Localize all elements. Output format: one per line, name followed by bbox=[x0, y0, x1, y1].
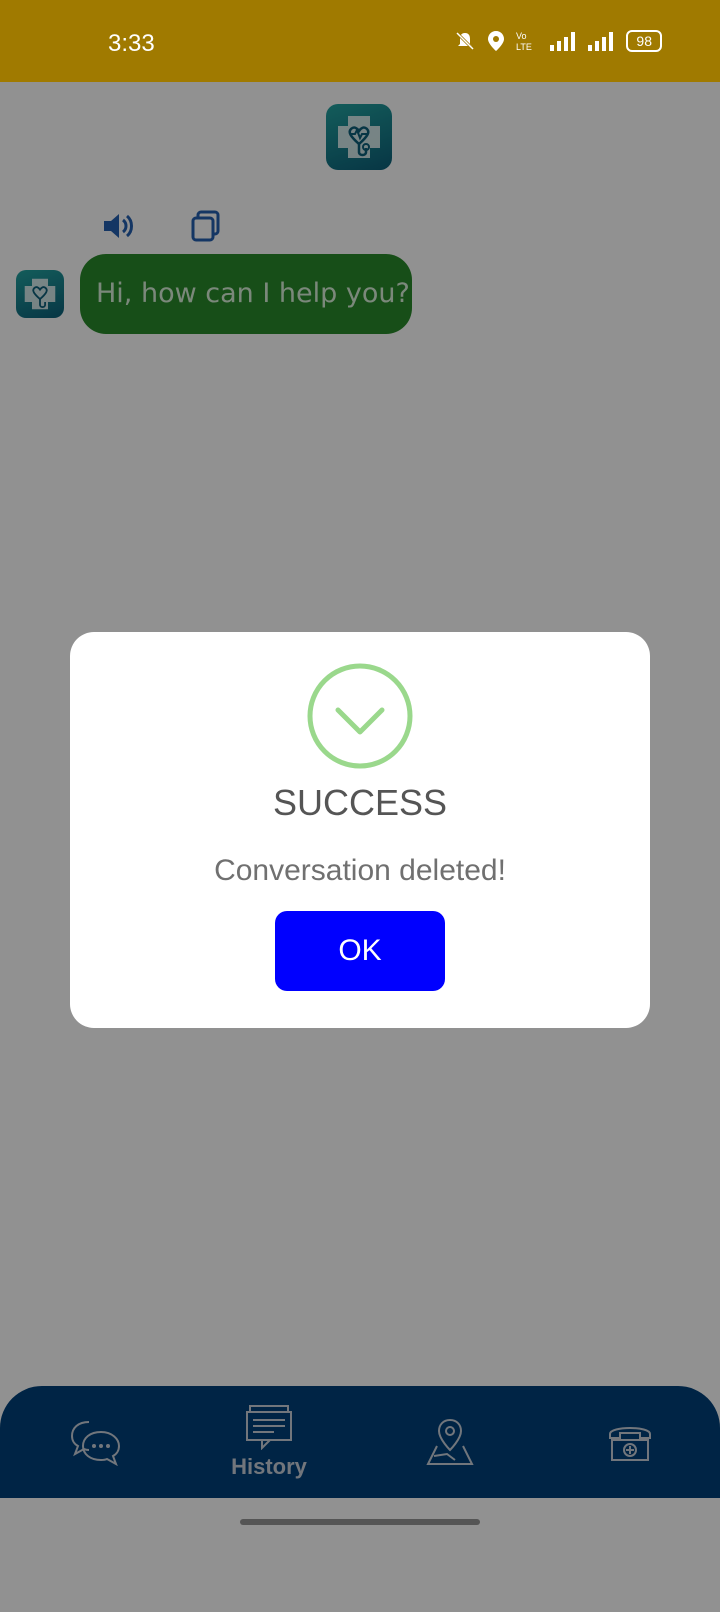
check-circle-icon bbox=[307, 663, 413, 769]
signal-icon bbox=[588, 32, 614, 51]
home-indicator[interactable] bbox=[240, 1519, 480, 1525]
signal-icon bbox=[550, 32, 576, 51]
ok-button[interactable]: OK bbox=[275, 911, 445, 991]
volte-icon: Vo LTE bbox=[516, 31, 532, 52]
dialog-title: SUCCESS bbox=[272, 782, 448, 823]
status-bar: 3:33 Vo LTE 98 bbox=[0, 0, 720, 82]
bell-off-icon bbox=[456, 31, 475, 51]
location-icon bbox=[488, 31, 505, 51]
svg-text:Vo: Vo bbox=[516, 31, 527, 41]
battery-icon: 98 bbox=[626, 30, 662, 52]
status-time: 3:33 bbox=[108, 30, 155, 57]
status-icons: Vo LTE 98 bbox=[454, 30, 662, 52]
svg-text:LTE: LTE bbox=[516, 42, 532, 52]
dialog-message: Conversation deleted! bbox=[214, 854, 506, 887]
success-dialog: SUCCESS Conversation deleted! OK bbox=[70, 632, 650, 1028]
